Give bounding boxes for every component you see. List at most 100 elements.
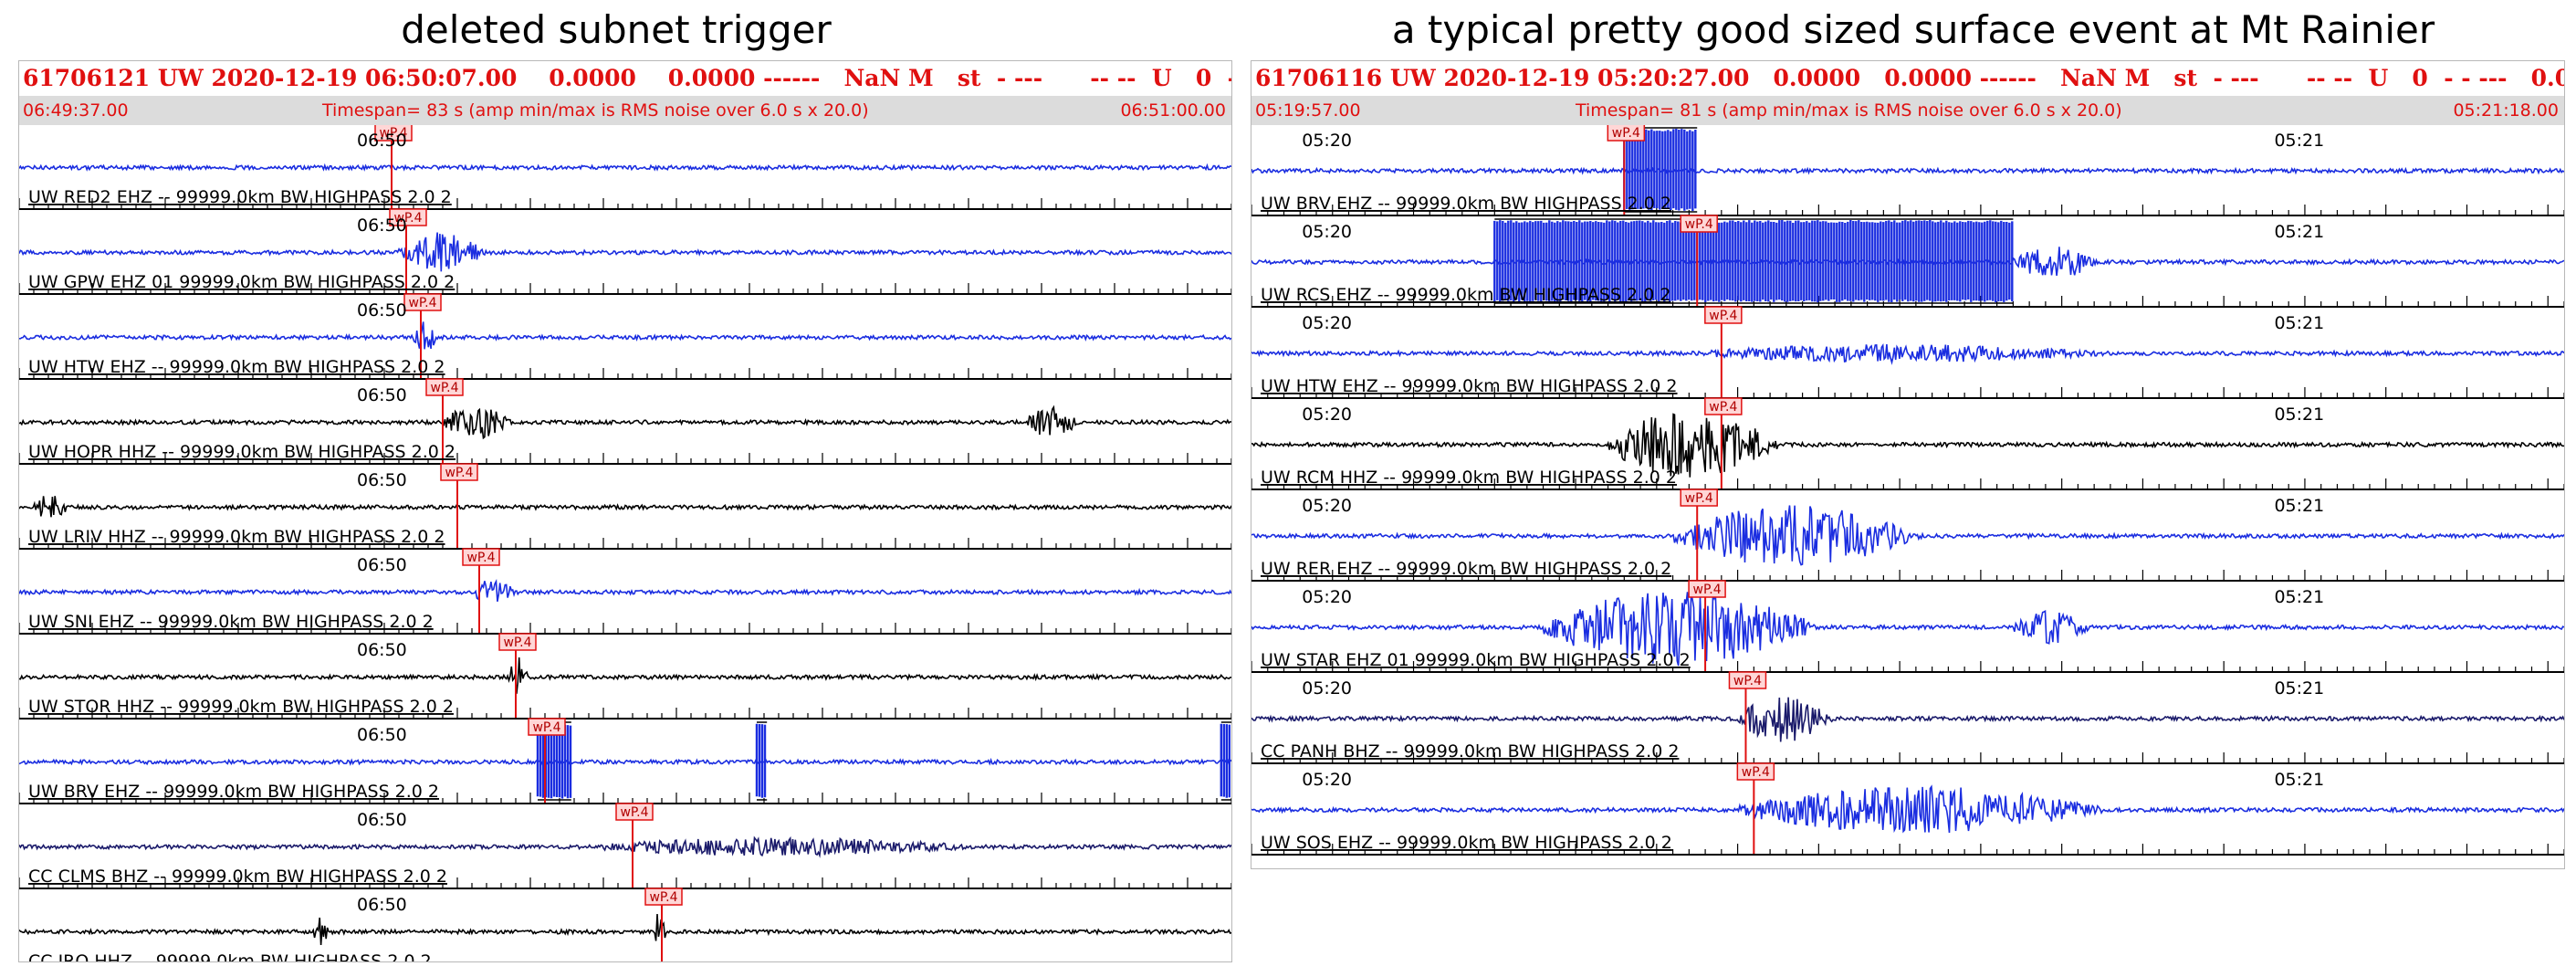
channel-label: CC JRO HHZ -- 99999.0km BW HIGHPASS 2.0 … — [28, 951, 432, 961]
channel-label: UW LRIV HHZ -- 99999.0km BW HIGHPASS 2.0… — [28, 527, 445, 547]
phase-label: wP.4 — [1742, 765, 1770, 780]
time-bar: 06:49:37.00 Timespan= 83 s (amp min/max … — [19, 96, 1231, 125]
phase-pick-marker[interactable]: wP.4 — [615, 803, 654, 888]
phase-label: wP.4 — [1733, 674, 1762, 688]
waveform — [1251, 784, 2564, 834]
time-bar: 05:19:57.00 Timespan= 81 s (amp min/max … — [1251, 96, 2564, 125]
time-label: 05:20 — [1302, 313, 1352, 333]
waveform — [19, 578, 1231, 602]
time-label: 05:21 — [2274, 404, 2324, 425]
time-label: 06:50 — [357, 300, 407, 320]
time-label: 06:50 — [357, 131, 407, 151]
channel-label: UW RER EHZ -- 99999.0km BW HIGHPASS 2.0 … — [1261, 559, 1671, 579]
trace-row: wP.4 05:20 05:21 CC PANH BHZ -- 99999.0km B… — [1251, 671, 2564, 764]
time-label: 05:21 — [2274, 587, 2324, 607]
trace-row: wP.4 05:20 05:21 UW SOS EHZ -- 99999.0km BW… — [1251, 762, 2564, 856]
trace-row: wP.4 05:20 05:21 UW RCM HHZ -- 99999.0km BW… — [1251, 397, 2564, 490]
time-label: 06:50 — [357, 725, 407, 745]
trace-row: wP.4 06:50 CC CLMS BHZ -- 99999.0km BW HIG… — [19, 803, 1231, 889]
phase-pick-marker[interactable]: wP.4 — [1728, 671, 1767, 762]
channel-label: UW RCS EHZ -- 99999.0km BW HIGHPASS 2.0 … — [1261, 285, 1670, 305]
phase-label: wP.4 — [466, 551, 495, 565]
trace-row: wP.4 06:50 UW LRIV HHZ -- 99999.0km BW HIG… — [19, 463, 1231, 550]
phase-label: wP.4 — [1685, 217, 1713, 232]
phase-label: wP.4 — [649, 890, 677, 905]
phase-label: wP.4 — [503, 636, 531, 650]
phase-label: wP.4 — [1709, 400, 1737, 415]
trace-row: wP.406:50 UW HTW EHZ -- 99999.0km BW HIGH… — [19, 293, 1231, 380]
seismogram-panel-right: 61706116 UW 2020-12-19 05:20:27.00 0.000… — [1251, 60, 2565, 869]
trace-row: wP.4 05:20 05:21 UW HTW EHZ -- 99999.0km BW… — [1251, 306, 2564, 399]
channel-label: UW HOPR HHZ -- 99999.0km BW HIGHPASS 2.0… — [28, 442, 456, 462]
trace-row: wP.4 06:50 UW HOPR HHZ -- 99999.0km BW HIG… — [19, 378, 1231, 465]
waveform — [19, 913, 1231, 946]
channel-label: CC CLMS BHZ -- 99999.0km BW HIGHPASS 2.0… — [28, 867, 447, 887]
phase-label: wP.4 — [445, 466, 473, 480]
timespan-text: Timespan= 83 s (amp min/max is RMS noise… — [322, 100, 869, 121]
start-time: 06:49:37.00 — [23, 100, 129, 121]
event-header: 61706116 UW 2020-12-19 05:20:27.00 0.000… — [1251, 61, 2564, 96]
waveform — [19, 163, 1231, 172]
end-time: 05:21:18.00 — [2453, 100, 2559, 121]
channel-label: UW HTW EHZ -- 99999.0km BW HIGHPASS 2.0 … — [28, 357, 445, 377]
waveform — [19, 835, 1231, 858]
phase-label: wP.4 — [1685, 491, 1713, 506]
channel-label: UW SOS EHZ -- 99999.0km BW HIGHPASS 2.0 … — [1261, 833, 1672, 853]
waveform — [1251, 166, 2564, 175]
trace-area: wP.4 06:50 UW RED2 EHZ -- 99999.0km BW HIG… — [19, 125, 1231, 961]
waveform — [19, 757, 1231, 766]
trace-plot: wP.4 05:20 05:21 UW BRV EHZ -- 99999.0km BW… — [1251, 125, 2564, 856]
time-label: 05:21 — [2274, 313, 2324, 333]
trace-row: wP.4 05:20 05:21 UW BRV EHZ -- 99999.0km BW… — [1251, 125, 2564, 216]
panel-title-left: deleted subnet trigger — [401, 7, 832, 52]
channel-label: UW BRV EHZ -- 99999.0km BW HIGHPASS 2.0 … — [1261, 194, 1671, 214]
event-header: 61706121 UW 2020-12-19 06:50:07.00 0.000… — [19, 61, 1231, 96]
time-label: 06:50 — [357, 470, 407, 490]
channel-label: UW RED2 EHZ -- 99999.0km BW HIGHPASS 2.0… — [28, 187, 452, 207]
channel-label: UW RCM HHZ -- 99999.0km BW HIGHPASS 2.0 … — [1261, 467, 1677, 488]
trace-row: wP.406:50UW RED2 EHZ -- 99999.0km BW HIG… — [19, 125, 1231, 210]
channel-label: UW SNI EHZ -- 99999.0km BW HIGHPASS 2.0 … — [28, 612, 434, 632]
waveform — [1251, 505, 2564, 566]
time-label: 06:50 — [357, 555, 407, 575]
waveform — [19, 657, 1231, 694]
channel-label: UW BRV EHZ -- 99999.0km BW HIGHPASS 2.0 … — [28, 782, 439, 802]
phase-label: wP.4 — [1612, 126, 1640, 141]
time-label: 06:50 — [357, 640, 407, 660]
waveform — [1251, 343, 2564, 365]
channel-label: UW STAR EHZ 01 99999.0km BW HIGHPASS 2.0… — [1261, 650, 1691, 670]
time-label: 05:21 — [2274, 496, 2324, 516]
trace-row: wP.4 05:20 05:21 UW RCS EHZ -- 99999.0km BW… — [1251, 215, 2564, 308]
trace-row: wP.4 06:50 CC JRO HHZ -- 99999.0km BW HIGH… — [19, 888, 1231, 961]
phase-label: wP.4 — [1693, 583, 1722, 597]
channel-label: UW GPW EHZ 01 99999.0km BW HIGHPASS 2.0 … — [28, 272, 455, 292]
channel-label: CC PANH BHZ -- 99999.0km BW HIGHPASS 2.0… — [1261, 741, 1679, 762]
trace-plot: wP.406:50UW RED2 EHZ -- 99999.0km BW HIG… — [19, 125, 1231, 961]
phase-label: wP.4 — [430, 381, 458, 395]
clipped-segment — [755, 721, 768, 801]
phase-label: wP.4 — [532, 720, 560, 735]
trace-row: wP.406:50UW GPW EHZ 01 99999.0km BW HIGH… — [19, 208, 1231, 295]
trace-area: wP.4 05:20 05:21 UW BRV EHZ -- 99999.0km BW… — [1251, 125, 2564, 868]
timespan-text: Timespan= 81 s (amp min/max is RMS noise… — [1576, 100, 2122, 121]
channel-label: UW STOR HHZ -- 99999.0km BW HIGHPASS 2.0… — [28, 697, 454, 717]
trace-row: wP.4 06:50 UW BRV EHZ -- 99999.0km BW HIGH… — [19, 718, 1231, 804]
waveform — [19, 232, 1231, 272]
time-label: 05:21 — [2274, 678, 2324, 699]
time-label: 05:20 — [1302, 770, 1352, 790]
end-time: 06:51:00.00 — [1120, 100, 1226, 121]
time-label: 05:21 — [2274, 131, 2324, 151]
time-label: 06:50 — [357, 895, 407, 915]
channel-label: UW HTW EHZ -- 99999.0km BW HIGHPASS 2.0 … — [1261, 376, 1678, 396]
time-label: 06:50 — [357, 385, 407, 405]
start-time: 05:19:57.00 — [1255, 100, 1361, 121]
waveform — [19, 496, 1231, 518]
waveform — [19, 404, 1231, 440]
phase-label: wP.4 — [620, 805, 648, 820]
time-label: 05:20 — [1302, 222, 1352, 242]
panel-title-right: a typical pretty good sized surface even… — [1391, 7, 2435, 52]
trace-row: wP.4 06:50 UW SNI EHZ -- 99999.0km BW HIGH… — [19, 548, 1231, 635]
time-label: 05:20 — [1302, 496, 1352, 516]
trace-row: wP.4 06:50 UW STOR HHZ -- 99999.0km BW HIG… — [19, 633, 1231, 720]
phase-label: wP.4 — [408, 296, 436, 310]
